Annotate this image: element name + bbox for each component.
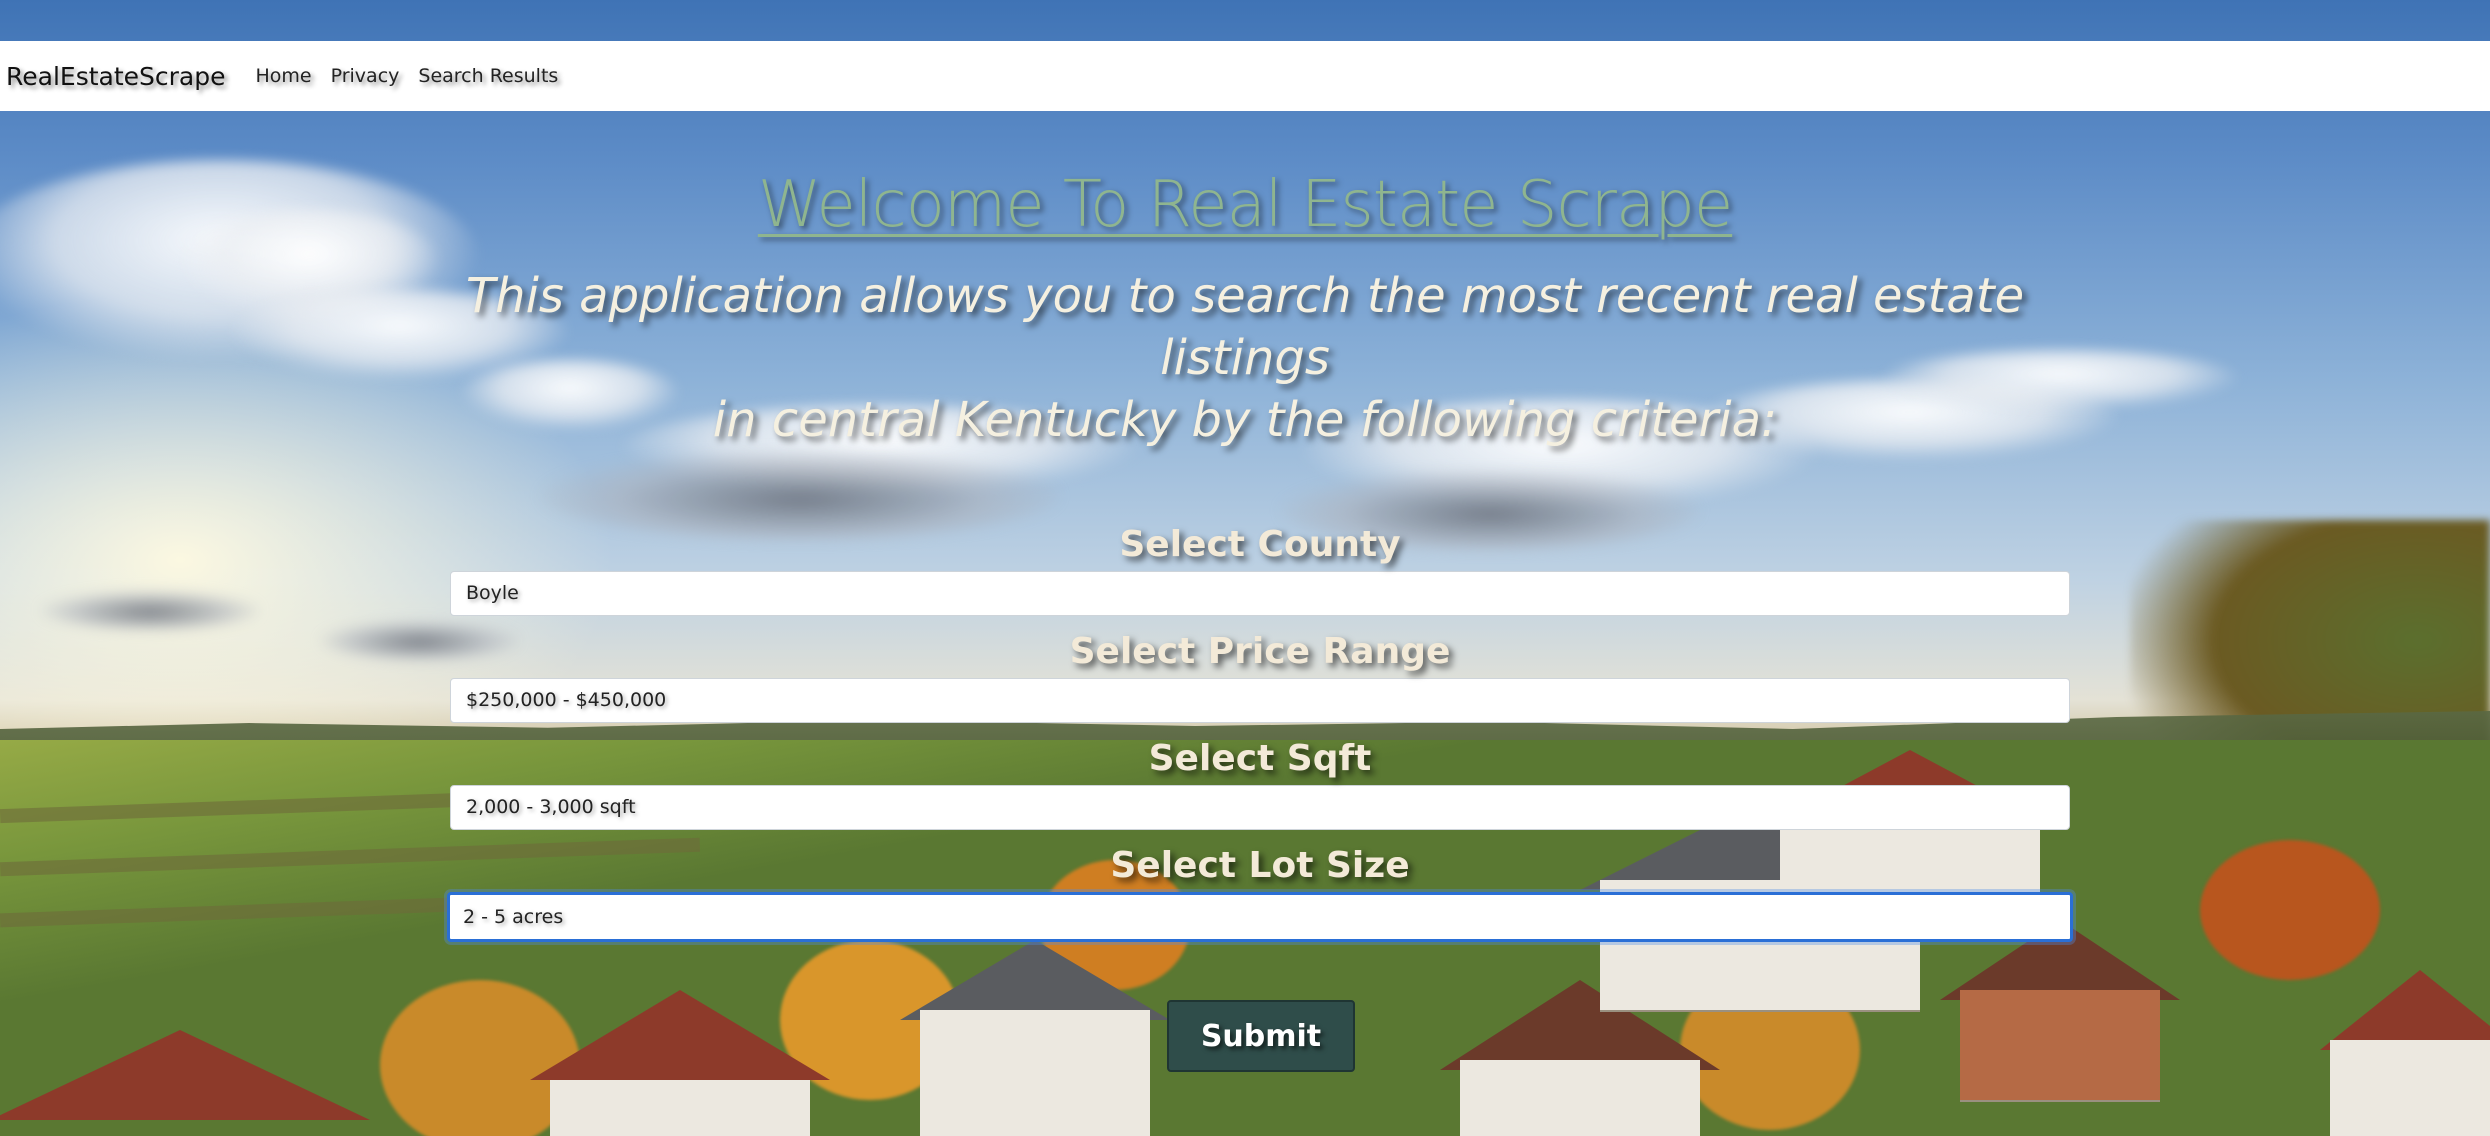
county-select[interactable]: Boyle — [450, 571, 2070, 616]
subtitle-line-1: This application allows you to search th… — [465, 268, 2025, 386]
sqft-label: Select Sqft — [1148, 738, 1372, 779]
house — [1960, 990, 2160, 1102]
search-form: Select County Boyle Select Price Range $… — [447, 515, 2073, 948]
price-range-select[interactable]: $250,000 - $450,000 — [450, 678, 2070, 723]
page-subtitle: This application allows you to search th… — [420, 265, 2070, 451]
house — [1460, 1060, 1700, 1136]
subtitle-line-2: in central Kentucky by the following cri… — [712, 392, 1778, 448]
price-range-label: Select Price Range — [1069, 631, 1451, 672]
lot-size-select[interactable]: 2 - 5 acres — [447, 892, 2073, 942]
house — [920, 1010, 1150, 1136]
tree — [2200, 840, 2380, 980]
sqft-select[interactable]: 2,000 - 3,000 sqft — [450, 785, 2070, 830]
roof — [2320, 970, 2490, 1050]
nav-link-search-results[interactable]: Search Results — [418, 65, 558, 87]
nav-link-home[interactable]: Home — [255, 65, 311, 87]
county-label: Select County — [1119, 524, 1401, 565]
nav-link-privacy[interactable]: Privacy — [331, 65, 400, 87]
cloud — [40, 590, 260, 630]
submit-button[interactable]: Submit — [1167, 1000, 1355, 1072]
house — [2330, 1040, 2490, 1136]
brand-link[interactable]: RealEstateScrape — [6, 62, 225, 91]
house — [550, 1080, 810, 1136]
page-title: Welcome To Real Estate Scrape — [757, 168, 1733, 242]
navbar: RealEstateScrape Home Privacy Search Res… — [0, 41, 2490, 111]
lot-size-label: Select Lot Size — [1110, 845, 1410, 886]
